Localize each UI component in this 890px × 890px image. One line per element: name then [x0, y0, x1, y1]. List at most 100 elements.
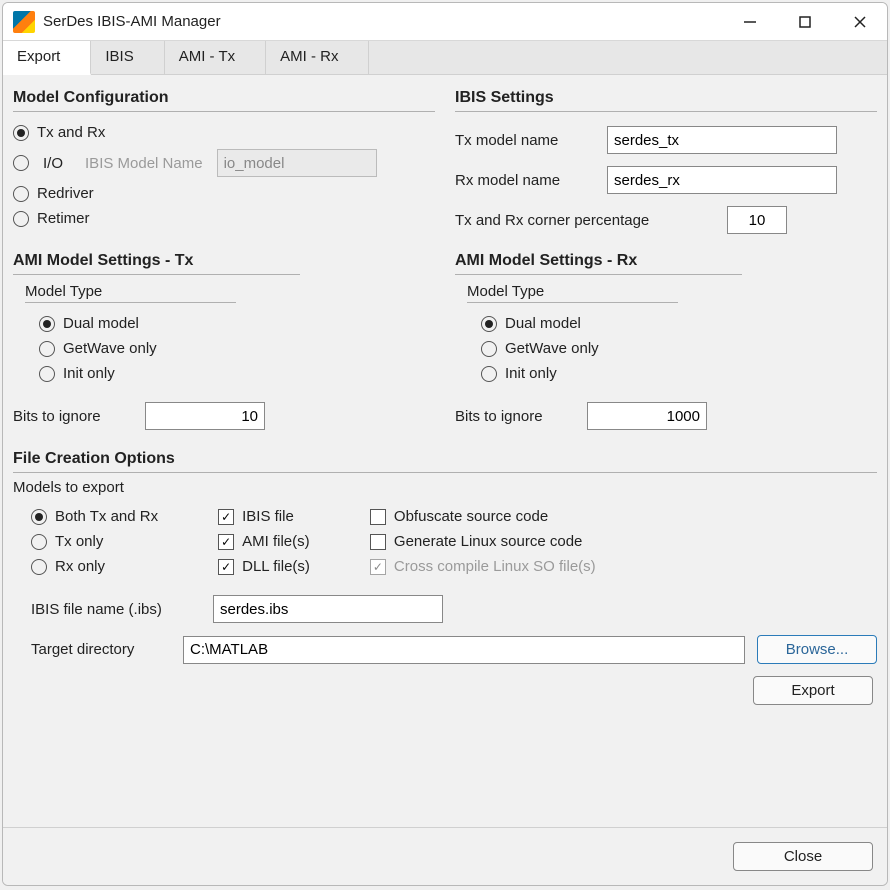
radio-icon: [13, 125, 29, 141]
ami-tx-model-type-label: Model Type: [25, 283, 435, 300]
io-model-name-label: IBIS Model Name: [85, 155, 203, 172]
radio-icon: [31, 509, 47, 525]
titlebar: SerDes IBIS-AMI Manager: [3, 3, 887, 41]
check-obfuscate[interactable]: Obfuscate source code: [370, 504, 596, 529]
radio-retimer[interactable]: Retimer: [13, 206, 435, 231]
minimize-button[interactable]: [722, 3, 777, 41]
radio-label: Dual model: [505, 315, 581, 332]
tab-export[interactable]: Export: [3, 41, 91, 75]
corner-pct-input[interactable]: [727, 206, 787, 234]
rx-model-name-input[interactable]: [607, 166, 837, 194]
ibis-settings-title: IBIS Settings: [455, 89, 877, 107]
radio-icon: [39, 316, 55, 332]
checkbox-icon: [218, 509, 234, 525]
rx-bits-ignore-input[interactable]: [587, 402, 707, 430]
ibis-file-name-input[interactable]: [213, 595, 443, 623]
io-model-name-input: [217, 149, 377, 177]
file-options-title: File Creation Options: [13, 450, 877, 468]
ami-rx-title: AMI Model Settings - Rx: [455, 252, 877, 270]
ami-tx-title: AMI Model Settings - Tx: [13, 252, 435, 270]
tx-bits-ignore-input[interactable]: [145, 402, 265, 430]
dialog-footer: Close: [3, 827, 887, 885]
checkbox-label: Generate Linux source code: [394, 533, 582, 550]
ibis-settings-section: IBIS Settings Tx model name Rx model nam…: [455, 83, 877, 240]
target-dir-input[interactable]: [183, 636, 745, 664]
checkbox-icon: [218, 534, 234, 550]
maximize-icon: [798, 15, 812, 29]
content-area: Model Configuration Tx and Rx I/O IBIS M…: [3, 75, 887, 827]
models-to-export-label: Models to export: [13, 479, 877, 496]
radio-export-tx-only[interactable]: Tx only: [31, 529, 158, 554]
radio-label: Tx and Rx: [37, 124, 105, 141]
radio-label: Init only: [505, 365, 557, 382]
close-window-button[interactable]: [832, 3, 887, 41]
radio-rx-init[interactable]: Init only: [481, 361, 877, 386]
radio-tx-and-rx[interactable]: Tx and Rx: [13, 120, 435, 145]
tab-ami-rx[interactable]: AMI - Rx: [266, 41, 369, 74]
check-generate-linux-src[interactable]: Generate Linux source code: [370, 529, 596, 554]
rx-model-name-label: Rx model name: [455, 172, 595, 189]
radio-io[interactable]: I/O IBIS Model Name: [13, 145, 435, 181]
check-cross-compile: Cross compile Linux SO file(s): [370, 554, 596, 579]
target-dir-label: Target directory: [31, 641, 171, 658]
tx-model-name-input[interactable]: [607, 126, 837, 154]
ami-rx-section: AMI Model Settings - Rx Model Type Dual …: [455, 246, 877, 436]
corner-pct-label: Tx and Rx corner percentage: [455, 212, 715, 229]
checkbox-label: AMI file(s): [242, 533, 310, 550]
radio-label: Retimer: [37, 210, 90, 227]
tx-bits-ignore-label: Bits to ignore: [13, 408, 133, 425]
minimize-icon: [743, 15, 757, 29]
radio-export-rx-only[interactable]: Rx only: [31, 554, 158, 579]
close-icon: [853, 15, 867, 29]
radio-rx-dual[interactable]: Dual model: [481, 311, 877, 336]
radio-icon: [39, 341, 55, 357]
radio-export-both[interactable]: Both Tx and Rx: [31, 504, 158, 529]
export-button[interactable]: Export: [753, 676, 873, 705]
close-button[interactable]: Close: [733, 842, 873, 871]
radio-label: Rx only: [55, 558, 105, 575]
tab-ibis[interactable]: IBIS: [91, 41, 164, 74]
radio-icon: [31, 559, 47, 575]
checkbox-icon: [370, 534, 386, 550]
ibis-file-name-label: IBIS file name (.ibs): [31, 601, 201, 618]
radio-label: I/O: [43, 155, 63, 172]
tx-model-name-label: Tx model name: [455, 132, 595, 149]
browse-button[interactable]: Browse...: [757, 635, 877, 664]
model-config-title: Model Configuration: [13, 89, 435, 107]
radio-label: Both Tx and Rx: [55, 508, 158, 525]
window-title: SerDes IBIS-AMI Manager: [43, 13, 722, 30]
radio-icon: [39, 366, 55, 382]
ami-tx-section: AMI Model Settings - Tx Model Type Dual …: [13, 246, 435, 436]
radio-icon: [481, 316, 497, 332]
radio-rx-getwave[interactable]: GetWave only: [481, 336, 877, 361]
checkbox-label: IBIS file: [242, 508, 294, 525]
tab-ami-tx[interactable]: AMI - Tx: [165, 41, 266, 74]
radio-label: Dual model: [63, 315, 139, 332]
check-ami-files[interactable]: AMI file(s): [218, 529, 310, 554]
tab-bar: Export IBIS AMI - Tx AMI - Rx: [3, 41, 887, 75]
maximize-button[interactable]: [777, 3, 832, 41]
radio-label: Init only: [63, 365, 115, 382]
radio-tx-init[interactable]: Init only: [39, 361, 435, 386]
matlab-icon: [13, 11, 35, 33]
radio-icon: [13, 211, 29, 227]
app-window: SerDes IBIS-AMI Manager Export IBIS AMI …: [2, 2, 888, 886]
radio-label: Redriver: [37, 185, 94, 202]
radio-icon: [13, 186, 29, 202]
checkbox-icon: [218, 559, 234, 575]
radio-label: GetWave only: [63, 340, 157, 357]
radio-icon: [31, 534, 47, 550]
radio-label: Tx only: [55, 533, 103, 550]
check-dll-files[interactable]: DLL file(s): [218, 554, 310, 579]
model-config-section: Model Configuration Tx and Rx I/O IBIS M…: [13, 83, 435, 240]
radio-tx-dual[interactable]: Dual model: [39, 311, 435, 336]
checkbox-icon: [370, 509, 386, 525]
radio-icon: [481, 366, 497, 382]
check-ibis-file[interactable]: IBIS file: [218, 504, 310, 529]
radio-icon: [13, 155, 29, 171]
rx-bits-ignore-label: Bits to ignore: [455, 408, 575, 425]
checkbox-label: DLL file(s): [242, 558, 310, 575]
radio-redriver[interactable]: Redriver: [13, 181, 435, 206]
radio-tx-getwave[interactable]: GetWave only: [39, 336, 435, 361]
window-controls: [722, 3, 887, 41]
